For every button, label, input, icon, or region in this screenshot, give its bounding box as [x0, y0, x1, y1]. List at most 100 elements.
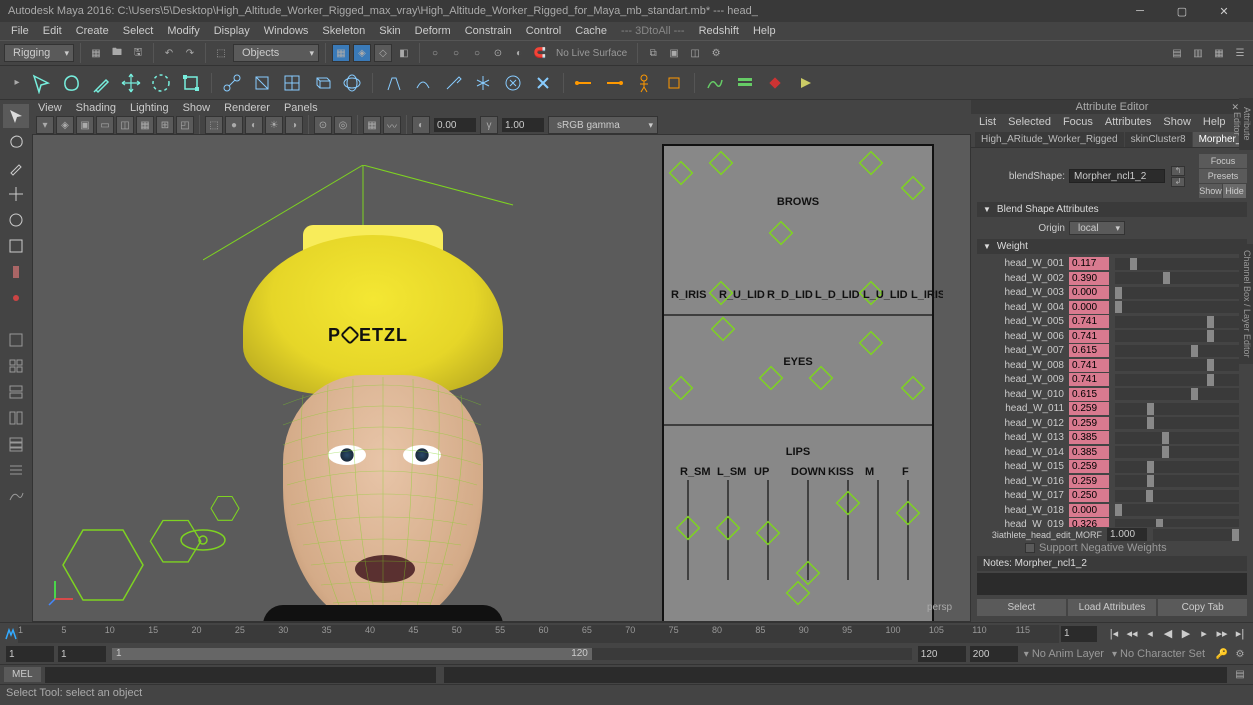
move-tool[interactable] [3, 182, 29, 206]
snap-grid-icon[interactable]: ▦ [332, 44, 350, 62]
ae-menu-help[interactable]: Help [1203, 116, 1226, 128]
make-live-icon[interactable]: 🧲 [531, 44, 549, 62]
gate-mask-icon[interactable]: ▦ [136, 116, 154, 134]
morf-slider[interactable] [1153, 529, 1239, 541]
exposure-field[interactable]: 0.00 [434, 118, 476, 132]
play-fwd-icon[interactable]: ▶ [1177, 626, 1195, 642]
weight-slider[interactable] [1115, 258, 1239, 270]
layout-two-v-icon[interactable] [3, 406, 29, 430]
playback-end-field[interactable]: 120 [918, 646, 966, 662]
lasso-icon[interactable] [58, 70, 84, 96]
select-tool[interactable] [3, 104, 29, 128]
command-input[interactable] [45, 667, 436, 683]
constraint-point-icon[interactable] [571, 70, 597, 96]
rig-picker-panel[interactable]: BROWS EYES R_IRISR_U_LIDR_D_LIDL_D_LIDL_… [653, 134, 943, 622]
ae-menu-selected[interactable]: Selected [1008, 116, 1051, 128]
skin-detach-icon[interactable] [410, 70, 436, 96]
lattice-icon[interactable] [279, 70, 305, 96]
panel-menu-panels[interactable]: Panels [284, 102, 318, 114]
weight-slider[interactable] [1115, 272, 1239, 284]
smooth-shade-icon[interactable]: ● [225, 116, 243, 134]
gamma-icon[interactable]: γ [480, 116, 498, 134]
script-editor-icon[interactable]: ▤ [1231, 666, 1249, 684]
gamma-field[interactable]: 1.00 [502, 118, 544, 132]
graph-editor-icon[interactable] [702, 70, 728, 96]
nav-down-icon[interactable]: ↲ [1171, 177, 1185, 187]
anim-start-field[interactable]: 1 [6, 646, 54, 662]
last-tool[interactable] [3, 260, 29, 284]
module-dropdown[interactable]: Rigging [4, 44, 74, 62]
paint-weights-icon[interactable] [440, 70, 466, 96]
joint-icon[interactable] [219, 70, 245, 96]
soft-select-tool[interactable] [3, 286, 29, 310]
autokey-icon[interactable]: 🔑 [1213, 645, 1231, 663]
layout-a-icon[interactable]: ▤ [1168, 44, 1186, 62]
menu-deform[interactable]: Deform [408, 23, 458, 39]
wireframe-icon[interactable]: ⬚ [205, 116, 223, 134]
sym-z-icon[interactable]: ○ [468, 44, 486, 62]
maximize-button[interactable]: ▢ [1161, 0, 1203, 22]
mirror-weights-icon[interactable] [470, 70, 496, 96]
ik-icon[interactable] [249, 70, 275, 96]
origin-dropdown[interactable]: local [1069, 221, 1125, 235]
prefs-icon[interactable]: ⚙ [1231, 645, 1249, 663]
menu-modify[interactable]: Modify [160, 23, 206, 39]
prev-frame-icon[interactable]: ◂ [1141, 626, 1159, 642]
move-icon[interactable] [118, 70, 144, 96]
prev-key-icon[interactable]: ◂◂ [1123, 626, 1141, 642]
constraint-orient-icon[interactable] [601, 70, 627, 96]
menu-create[interactable]: Create [69, 23, 116, 39]
menu-windows[interactable]: Windows [257, 23, 316, 39]
motion-trail-icon[interactable]: 〰 [383, 116, 401, 134]
load-attributes-button[interactable]: Load Attributes [1068, 599, 1157, 616]
time-slider[interactable]: 1510152025303540455055606570758085909510… [0, 622, 1253, 644]
panel-menu-show[interactable]: Show [183, 102, 211, 114]
weight-slider[interactable] [1115, 519, 1239, 528]
menu-dtoall[interactable]: --- 3DtoAll --- [614, 23, 692, 39]
menu-select[interactable]: Select [116, 23, 161, 39]
weight-value-field[interactable]: 0.390 [1069, 272, 1109, 285]
anim-layer-dropdown[interactable]: ▾ No Anim Layer [1020, 648, 1108, 660]
hammer-weights-icon[interactable] [500, 70, 526, 96]
scale-icon[interactable] [178, 70, 204, 96]
copy-tab-button[interactable]: Copy Tab [1158, 599, 1247, 616]
select-button[interactable]: Select [977, 599, 1066, 616]
weight-slider[interactable] [1115, 446, 1239, 458]
graph-panel-icon[interactable] [3, 484, 29, 508]
layout-three-icon[interactable] [3, 432, 29, 456]
weight-slider[interactable] [1115, 316, 1239, 328]
select-mask-toggle-icon[interactable]: ⬚ [212, 44, 230, 62]
rotate-icon[interactable] [148, 70, 174, 96]
panel-menu-shading[interactable]: Shading [76, 102, 116, 114]
char-set-dropdown[interactable]: ▾ No Character Set [1108, 648, 1209, 660]
weight-value-field[interactable]: 0.741 [1069, 373, 1109, 386]
weight-slider[interactable] [1115, 345, 1239, 357]
weight-slider[interactable] [1115, 359, 1239, 371]
weight-value-field[interactable]: 0.259 [1069, 402, 1109, 415]
panel-menu-lighting[interactable]: Lighting [130, 102, 169, 114]
grid-icon[interactable]: ▦ [363, 116, 381, 134]
image-plane-icon[interactable]: ▣ [76, 116, 94, 134]
weight-slider[interactable] [1115, 301, 1239, 313]
construction-history-icon[interactable]: ⧉ [644, 44, 662, 62]
film-gate-icon[interactable]: ▭ [96, 116, 114, 134]
next-frame-icon[interactable]: ▸ [1195, 626, 1213, 642]
ipr-icon[interactable]: ◫ [686, 44, 704, 62]
open-scene-icon[interactable]: 🖿 [108, 44, 126, 62]
show-button[interactable]: Show [1199, 184, 1222, 198]
layout-four-icon[interactable] [3, 354, 29, 378]
notes-header[interactable]: Notes: Morpher_ncl1_2 [977, 556, 1247, 571]
layout-c-icon[interactable]: ▦ [1210, 44, 1228, 62]
menu-edit[interactable]: Edit [36, 23, 69, 39]
nav-up-icon[interactable]: ↰ [1171, 166, 1185, 176]
script-lang-button[interactable]: MEL [4, 667, 41, 682]
field-chart-icon[interactable]: ⊞ [156, 116, 174, 134]
sym-live-icon[interactable]: ◐ [510, 44, 528, 62]
layout-d-icon[interactable]: ☰ [1231, 44, 1249, 62]
rotate-tool[interactable] [3, 208, 29, 232]
undo-icon[interactable]: ↶ [160, 44, 178, 62]
weight-slider[interactable] [1115, 388, 1239, 400]
hik-skeleton-icon[interactable] [661, 70, 687, 96]
layout-single-icon[interactable] [3, 328, 29, 352]
weight-value-field[interactable]: 0.385 [1069, 431, 1109, 444]
